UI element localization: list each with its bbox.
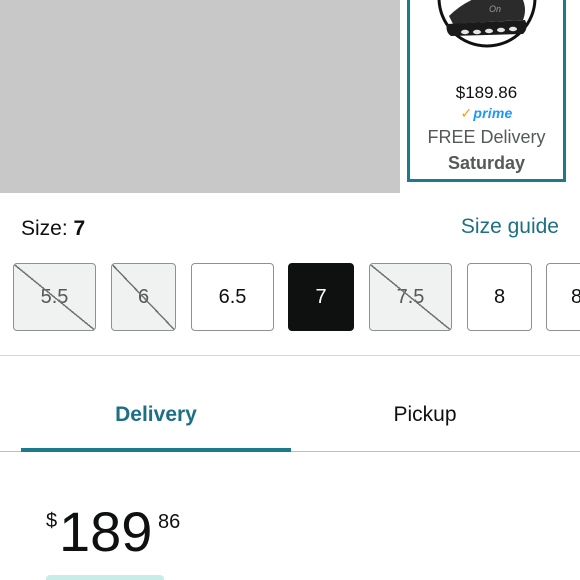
size-option-label: 6 [137,285,150,308]
variant-delivery-text: FREE Delivery [427,127,546,147]
size-option-label: 5.5 [40,285,69,308]
product-page: On $189.86 ✓prime FREE Delivery Saturday… [0,0,580,580]
prime-badge: ✓prime [410,105,563,122]
size-label: Size: 7 [21,217,85,241]
size-option-partial[interactable]: 8 [546,263,580,331]
size-guide-link[interactable]: Size guide [461,215,559,239]
size-option-7-5[interactable]: 7.5 [369,263,452,331]
variant-delivery-day: Saturday [447,153,526,173]
product-image[interactable] [0,0,400,193]
price-whole: 189 [59,500,153,563]
price-currency-symbol: $ [46,510,58,532]
size-option-label: 6.5 [218,285,247,308]
svg-text:On: On [489,4,501,14]
variant-price: $189.86 [455,83,518,102]
size-option-6[interactable]: 6 [111,263,176,331]
variant-card[interactable]: On $189.86 ✓prime FREE Delivery Saturday [407,0,566,182]
tab-delivery[interactable]: Delivery [21,403,291,427]
size-option-label: 8 [493,285,506,308]
size-label-text: Size: [21,217,68,240]
prime-check-icon: ✓ [460,105,473,121]
size-option-8[interactable]: 8 [467,263,532,331]
size-selected-value: 7 [73,217,86,240]
active-tab-indicator [21,448,291,452]
size-option-label: 7.5 [396,285,425,308]
size-option-7[interactable]: 7 [288,263,354,331]
section-divider [0,355,580,356]
size-option-label: 8 [571,286,580,309]
shoe-thumbnail-icon: On [437,0,537,48]
prime-label: prime [473,105,513,121]
size-option-label: 7 [315,285,327,308]
tab-pickup[interactable]: Pickup [291,403,559,427]
size-option-6-5[interactable]: 6.5 [191,263,274,331]
size-option-5-5[interactable]: 5.5 [13,263,96,331]
price-fraction: 86 [158,511,181,533]
deal-badge [46,575,164,580]
